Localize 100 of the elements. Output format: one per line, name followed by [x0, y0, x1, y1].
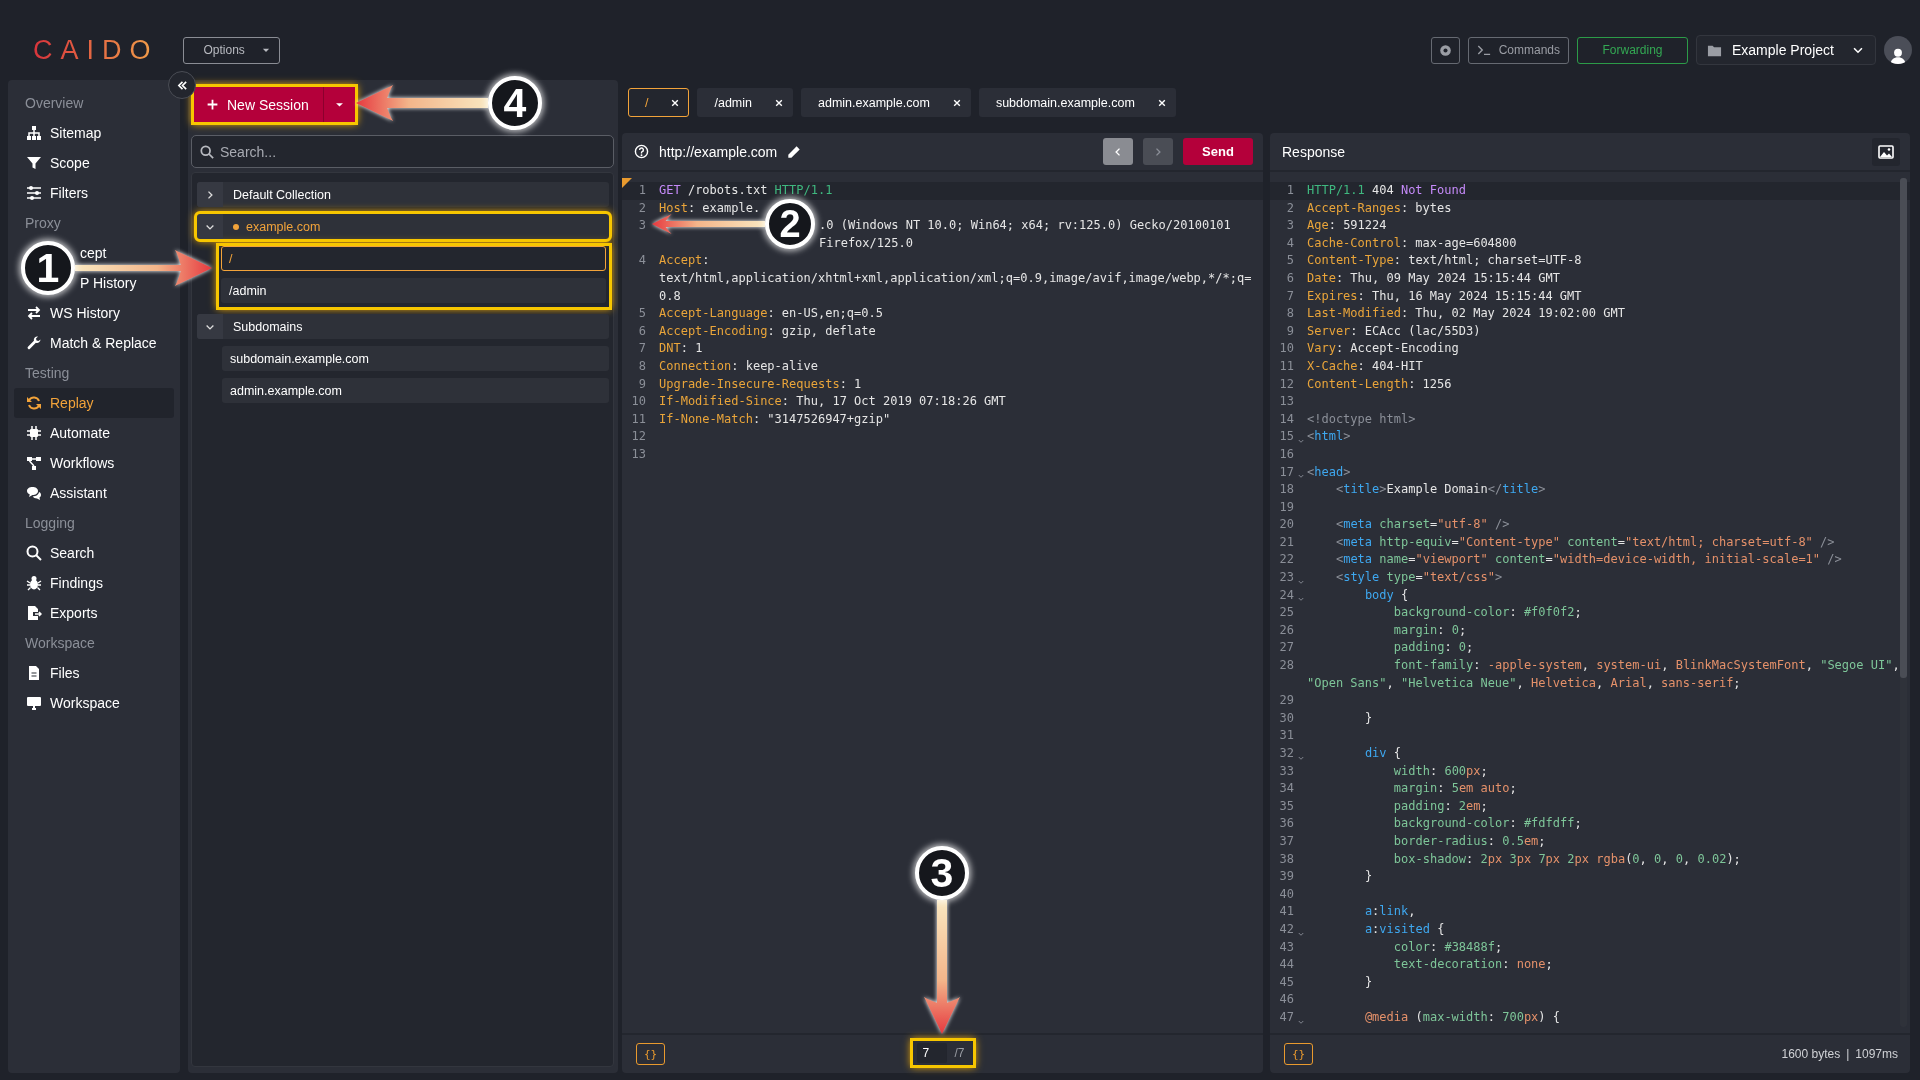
fold-icon[interactable] — [1296, 595, 1305, 604]
collection-item[interactable]: Default Collection — [197, 182, 609, 207]
format-button[interactable]: {} — [1284, 1043, 1313, 1065]
send-button[interactable]: Send — [1183, 138, 1253, 165]
code-line: } — [1363, 868, 1374, 886]
nav-item[interactable]: Assistant — [14, 478, 174, 508]
new-session-button[interactable]: New Session — [194, 87, 323, 122]
forwarding-button[interactable]: Forwarding — [1577, 36, 1688, 64]
image-button[interactable] — [1872, 137, 1900, 166]
line-number: 42 — [1278, 920, 1294, 938]
code-line: div { — [1363, 745, 1403, 762]
line-number: 38 — [1278, 850, 1294, 868]
code-line: padding: 0; — [1392, 639, 1475, 657]
nav-item[interactable]: Files — [14, 658, 174, 688]
commands-button[interactable]: Commands — [1467, 36, 1569, 64]
expand-toggle[interactable] — [197, 214, 223, 239]
code-line: body { — [1363, 586, 1410, 604]
pencil-icon[interactable] — [787, 144, 802, 159]
close-icon[interactable] — [774, 97, 784, 108]
format-button[interactable]: {} — [636, 1043, 665, 1065]
monitor-icon — [26, 695, 42, 711]
tab[interactable]: admin.example.com — [801, 88, 971, 117]
nav-item[interactable]: Exports — [14, 598, 174, 628]
line-number: 15 — [1278, 428, 1294, 446]
line-number: 36 — [1278, 815, 1294, 833]
code-line: <head> — [1307, 463, 1352, 481]
line-number: 12 — [1278, 375, 1294, 393]
line-number: 24 — [1278, 586, 1294, 604]
page-input[interactable]: 7 — [916, 1043, 947, 1063]
fold-icon[interactable] — [1296, 472, 1305, 481]
browser-button[interactable] — [1430, 36, 1460, 64]
nav-item[interactable]: Match & Replace — [14, 328, 174, 358]
line-number: 21 — [1278, 533, 1294, 551]
expand-toggle[interactable] — [197, 314, 223, 339]
session-item[interactable]: / — [221, 246, 606, 271]
code-line: a:visited { — [1363, 920, 1446, 938]
code-line: } — [1363, 709, 1374, 727]
scrollbar-thumb[interactable] — [1900, 178, 1907, 678]
line-number: 8 — [1285, 305, 1294, 323]
project-selector[interactable]: Example Project — [1696, 35, 1876, 65]
code-line: font-family: -apple-system, system-ui, BlinkMacSystemFont, "Segoe UI", "Open Sans", "Helvetica Neue", Helvetica, Arial, sans-serif; — [1307, 657, 1901, 692]
collection-item[interactable]: Subdomains — [197, 314, 609, 339]
line-number: 22 — [1278, 551, 1294, 569]
file-icon — [26, 665, 42, 681]
collection-item[interactable]: example.com — [197, 214, 609, 239]
line-number: 7 — [637, 340, 646, 358]
wrench-icon — [26, 335, 42, 351]
line-number: 1 — [637, 182, 646, 199]
tab[interactable]: subdomain.example.com — [978, 88, 1176, 117]
line-number: 6 — [1285, 269, 1294, 287]
refresh-icon — [26, 395, 42, 411]
line-number: 9 — [1285, 322, 1294, 340]
close-icon[interactable] — [1156, 97, 1167, 108]
line-number: 27 — [1278, 639, 1294, 657]
line-number: 33 — [1278, 762, 1294, 780]
search-field[interactable]: Search... — [191, 135, 614, 168]
session-item[interactable]: subdomain.example.com — [222, 346, 609, 371]
nav-item[interactable]: Workspace — [14, 688, 174, 718]
close-icon[interactable] — [951, 97, 962, 108]
code-line: Accept-Language: en-US,en;q=0.5 — [659, 305, 884, 323]
code-line: X-Cache: 404-HIT — [1307, 357, 1424, 375]
options-dropdown[interactable]: Options — [182, 36, 280, 64]
nav-item[interactable]: Findings — [14, 568, 174, 598]
code-line: Date: Thu, 09 May 2024 15:15:44 GMT — [1307, 269, 1561, 287]
close-icon[interactable] — [670, 97, 681, 108]
line-number: 20 — [1278, 516, 1294, 534]
tab[interactable]: /admin — [697, 88, 793, 117]
nav-item[interactable]: Replay — [14, 388, 174, 418]
nav-item[interactable]: WS History — [14, 298, 174, 328]
tab[interactable]: / — [628, 88, 690, 117]
section-title: Proxy — [24, 214, 62, 233]
nav-button[interactable] — [1103, 138, 1133, 165]
nav-item[interactable]: Sitemap — [14, 118, 174, 148]
expand-toggle[interactable] — [197, 182, 223, 207]
nav-item[interactable]: Workflows — [14, 448, 174, 478]
code-line: background-color: #fdfdff; — [1392, 815, 1583, 833]
code-line: a:link, — [1363, 903, 1417, 921]
code-line: If-Modified-Since: Thu, 17 Oct 2019 07:18:26 GMT — [659, 393, 1007, 411]
line-number: 10 — [1278, 340, 1294, 358]
session-item[interactable]: admin.example.com — [222, 378, 609, 403]
nav-item[interactable]: Filters — [14, 178, 174, 208]
terminal-icon — [1476, 43, 1491, 57]
url-text: http://example.com — [659, 143, 778, 160]
line-number: 4 — [1285, 234, 1294, 252]
nav-item[interactable]: Search — [14, 538, 174, 568]
section-title: Workspace — [24, 634, 96, 653]
session-item[interactable]: /admin — [221, 278, 606, 303]
code-line: background-color: #f0f0f2; — [1392, 604, 1583, 622]
code-line: Connection: keep-alive — [659, 357, 819, 375]
line-number: 46 — [1278, 991, 1294, 1009]
line-number: 7 — [1285, 287, 1294, 305]
avatar[interactable] — [1884, 36, 1912, 64]
sliders-icon — [26, 185, 42, 201]
line-number: 23 — [1278, 569, 1294, 587]
nav-item[interactable]: Scope — [14, 148, 174, 178]
line-number: 11 — [1278, 357, 1294, 375]
code-line: <meta charset="utf-8" /> — [1334, 516, 1511, 534]
code-line: margin: 5em auto; — [1392, 780, 1518, 798]
nav-item[interactable]: Automate — [14, 418, 174, 448]
line-number: 6 — [637, 322, 646, 340]
